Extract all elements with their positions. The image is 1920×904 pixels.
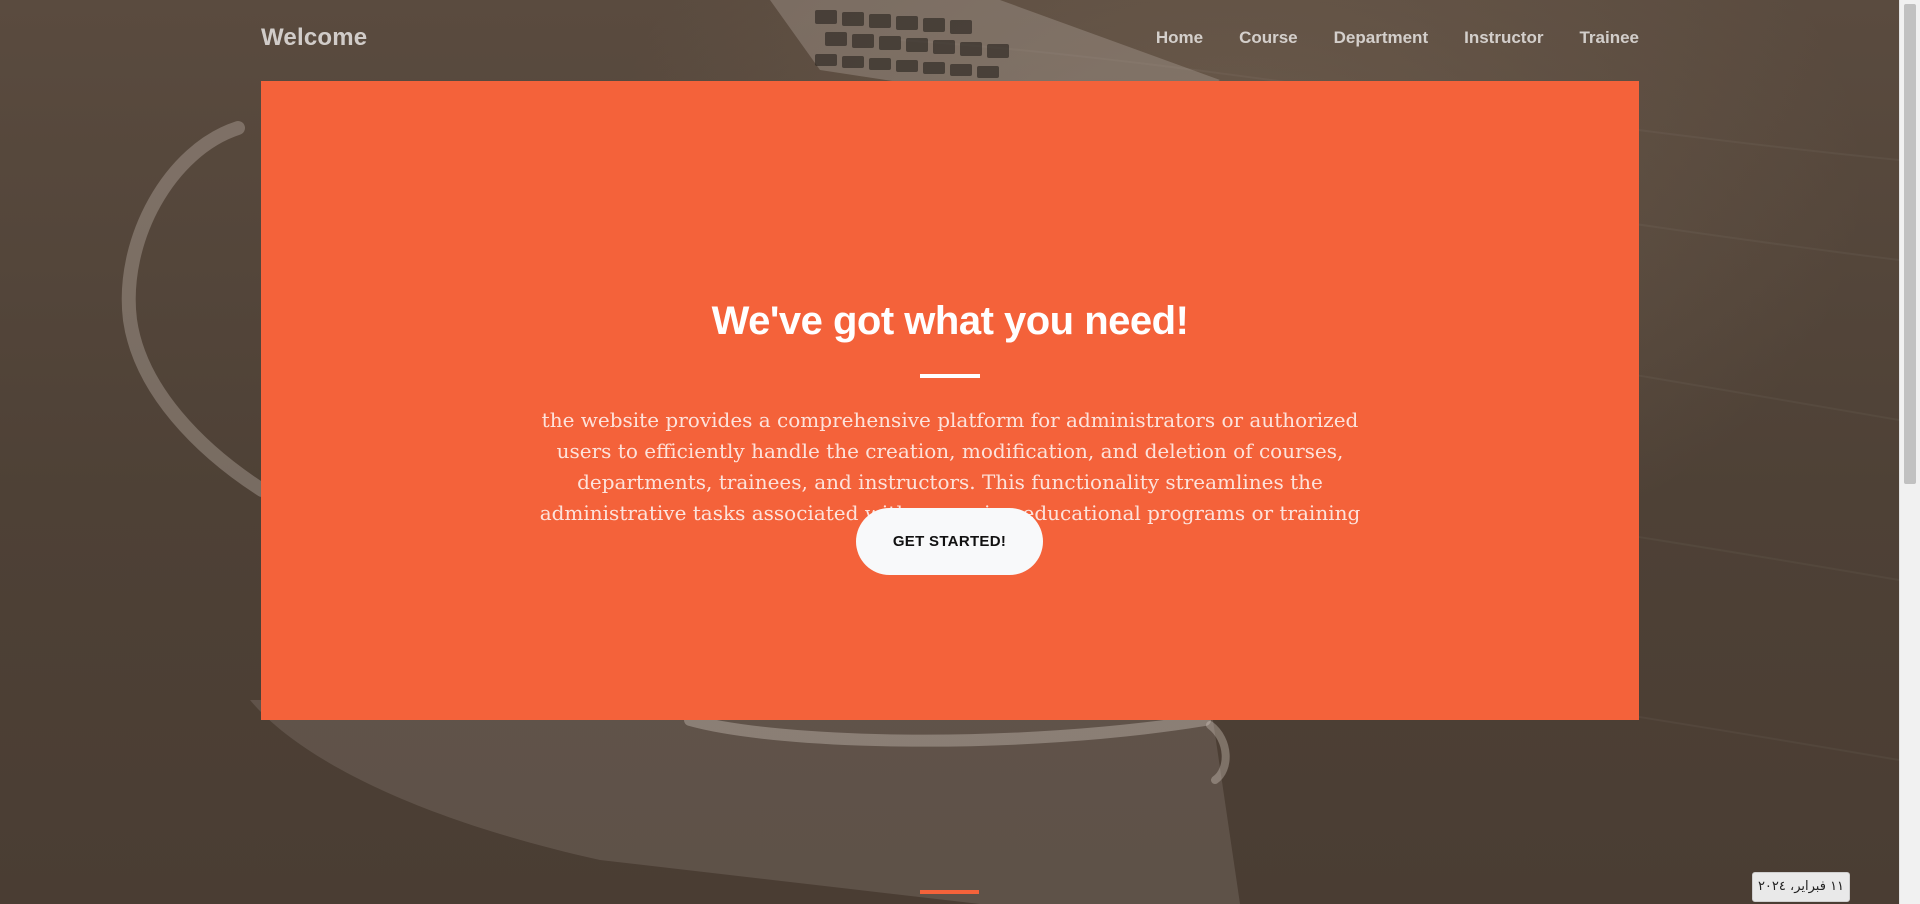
hero-card: We've got what you need! the website pro… (261, 81, 1639, 720)
nav-link-course[interactable]: Course (1239, 28, 1298, 47)
bottom-accent-divider (920, 890, 979, 894)
brand-link[interactable]: Welcome (261, 24, 367, 52)
nav-link-instructor[interactable]: Instructor (1464, 28, 1543, 47)
nav-item-trainee: Trainee (1579, 28, 1639, 48)
date-tooltip: ١١ فبراير، ٢٠٢٤ (1752, 872, 1850, 902)
get-started-button[interactable]: GET STARTED! (856, 508, 1043, 575)
nav-links: Home Course Department Instructor Traine… (1120, 28, 1639, 48)
hero-divider (920, 374, 980, 378)
hero-heading: We've got what you need! (711, 299, 1189, 343)
nav-item-home: Home (1156, 28, 1203, 48)
page-scrollbar[interactable] (1899, 0, 1920, 904)
nav-link-trainee[interactable]: Trainee (1579, 28, 1639, 47)
nav-item-department: Department (1334, 28, 1428, 48)
nav-item-course: Course (1239, 28, 1298, 48)
nav-item-instructor: Instructor (1464, 28, 1543, 48)
top-navbar: Welcome Home Course Department Instructo… (261, 0, 1639, 80)
nav-link-department[interactable]: Department (1334, 28, 1428, 47)
scrollbar-thumb[interactable] (1904, 4, 1916, 484)
nav-link-home[interactable]: Home (1156, 28, 1203, 47)
